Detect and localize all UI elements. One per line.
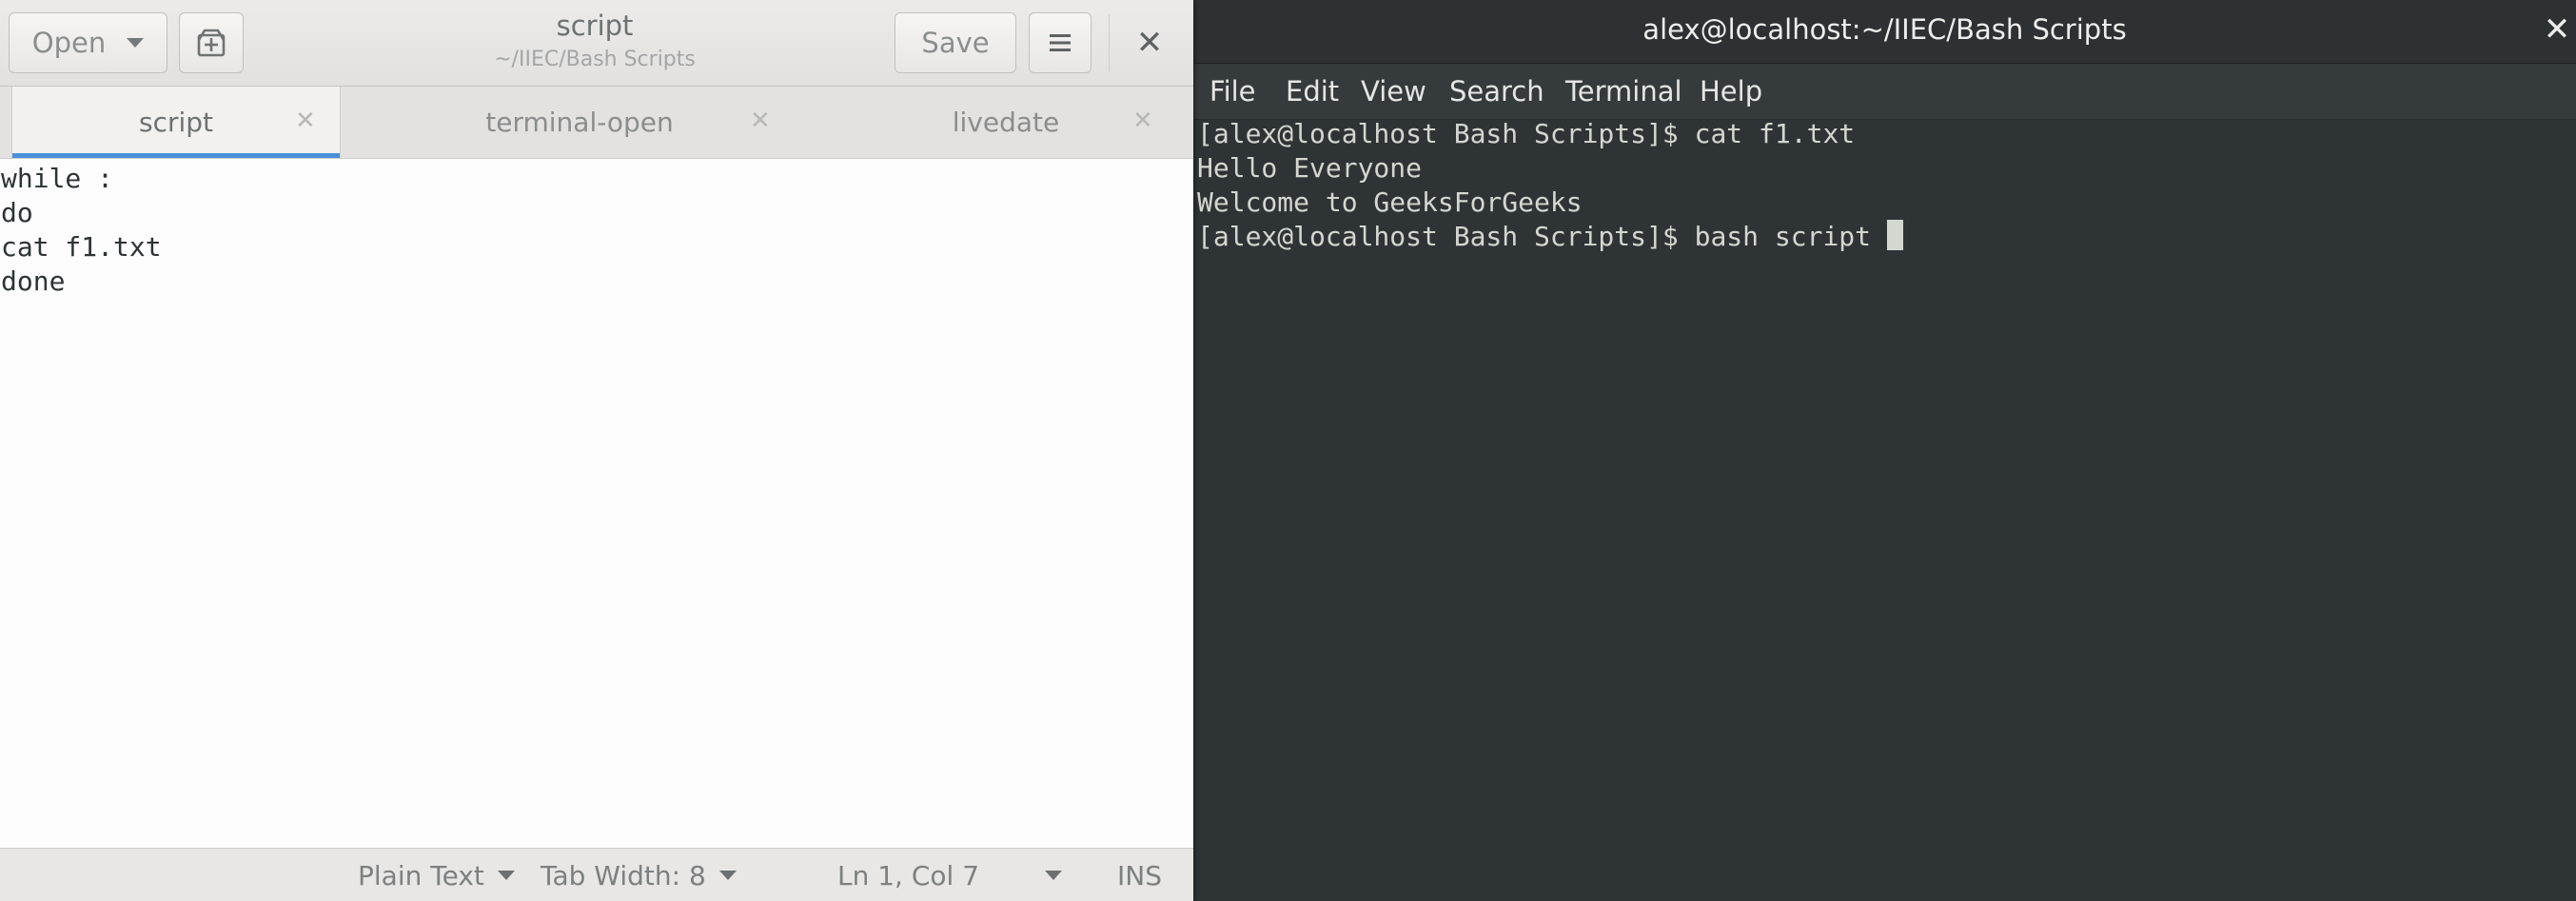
- tab-label: terminal-open: [485, 107, 674, 138]
- close-icon: ✕: [1135, 24, 1164, 62]
- save-button[interactable]: Save: [895, 12, 1016, 73]
- open-button[interactable]: Open: [9, 12, 167, 73]
- document-tabs: script ✕ terminal-open ✕ livedate ✕: [0, 87, 1193, 159]
- terminal-prompt-line: [alex@localhost Bash Scripts]$ bash scri…: [1197, 220, 1903, 254]
- tab-label: script: [138, 107, 214, 138]
- menu-search[interactable]: Search: [1449, 64, 1544, 119]
- chevron-down-icon: [127, 38, 145, 48]
- menu-button[interactable]: [1029, 12, 1091, 73]
- close-icon[interactable]: ✕: [750, 107, 771, 135]
- open-button-label: Open: [31, 27, 107, 59]
- desktop: Open script ~/IIEC/Bash Scripts Save ✕ s…: [0, 0, 2576, 901]
- new-document-button[interactable]: [179, 12, 244, 73]
- tab-label: livedate: [952, 107, 1060, 138]
- code-line: cat f1.txt: [1, 231, 162, 263]
- chevron-down-icon: [497, 871, 515, 880]
- terminal-window: alex@localhost:~/IIEC/Bash Scripts ✕ Fil…: [1193, 0, 2576, 901]
- tab-width-selector[interactable]: Tab Width: 8: [541, 849, 737, 901]
- menu-file[interactable]: File: [1209, 64, 1256, 119]
- editor-headerbar: Open script ~/IIEC/Bash Scripts Save ✕: [0, 0, 1193, 87]
- insert-mode-indicator: INS: [1117, 859, 1162, 891]
- tab-width-label: Tab Width: 8: [541, 859, 706, 891]
- text-editor-window: Open script ~/IIEC/Bash Scripts Save ✕ s…: [0, 0, 1193, 901]
- terminal-line: [alex@localhost Bash Scripts]$ cat f1.tx…: [1197, 118, 1856, 149]
- close-window-button[interactable]: ✕: [1128, 21, 1171, 65]
- window-subtitle-path: ~/IIEC/Bash Scripts: [494, 48, 696, 71]
- tab-terminal-open[interactable]: terminal-open ✕: [341, 87, 818, 158]
- cursor-position-dropdown[interactable]: [1045, 849, 1062, 901]
- terminal-menubar: File Edit View Search Terminal Help: [1193, 64, 2576, 120]
- hamburger-menu-icon: [1050, 34, 1071, 51]
- new-document-icon: [197, 29, 226, 57]
- close-icon[interactable]: ✕: [295, 107, 316, 135]
- chevron-down-icon: [718, 871, 737, 880]
- menu-edit[interactable]: Edit: [1286, 64, 1339, 119]
- close-icon[interactable]: ✕: [1132, 107, 1153, 135]
- language-selector[interactable]: Plain Text: [358, 849, 515, 901]
- window-title: alex@localhost:~/IIEC/Bash Scripts: [1642, 13, 2127, 46]
- chevron-down-icon: [1045, 871, 1062, 880]
- close-icon: ✕: [2543, 10, 2571, 49]
- code-line: do: [1, 197, 33, 228]
- tab-script[interactable]: script ✕: [11, 87, 341, 158]
- headerbar-separator: [1109, 14, 1110, 71]
- cursor-position[interactable]: Ln 1, Col 7: [837, 849, 979, 901]
- language-label: Plain Text: [358, 859, 484, 891]
- close-window-button[interactable]: ✕: [2541, 8, 2573, 51]
- terminal-output[interactable]: [alex@localhost Bash Scripts]$ cat f1.tx…: [1193, 118, 2576, 901]
- editor-statusbar: Plain Text Tab Width: 8 Ln 1, Col 7 INS: [0, 848, 1193, 901]
- menu-terminal[interactable]: Terminal: [1565, 64, 1682, 119]
- window-title: script: [556, 10, 634, 42]
- menu-view[interactable]: View: [1361, 64, 1426, 119]
- terminal-titlebar: alex@localhost:~/IIEC/Bash Scripts ✕: [1193, 0, 2576, 64]
- terminal-line: Welcome to GeeksForGeeks: [1197, 186, 1583, 218]
- terminal-line: Hello Everyone: [1197, 152, 1423, 184]
- code-line: while :: [1, 163, 114, 194]
- terminal-command: [alex@localhost Bash Scripts]$ bash scri…: [1197, 221, 1887, 252]
- menu-help[interactable]: Help: [1700, 64, 1762, 119]
- text-view[interactable]: while : do cat f1.txt done: [0, 159, 1193, 848]
- code-line: done: [1, 265, 66, 297]
- terminal-cursor: [1886, 220, 1903, 250]
- tab-livedate[interactable]: livedate ✕: [818, 87, 1193, 158]
